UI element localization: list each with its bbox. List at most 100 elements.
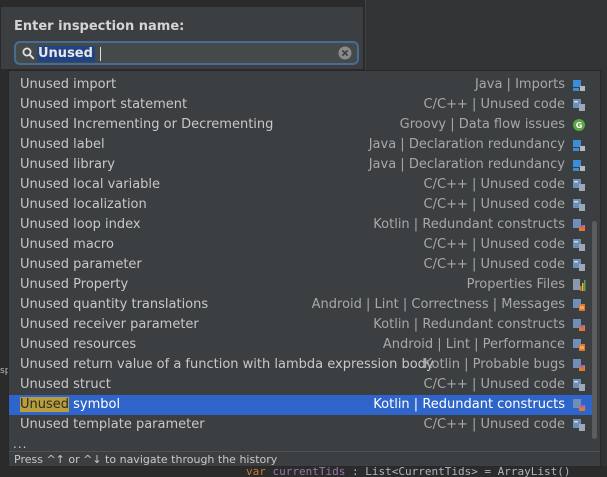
kotlin-icon <box>573 319 585 331</box>
more-results-indicator[interactable]: ... <box>13 437 27 451</box>
item-category: C/C++ | Unused code <box>423 377 565 392</box>
item-name: Unused local variable <box>20 175 160 195</box>
scrollbar-thumb[interactable] <box>592 221 597 439</box>
list-item[interactable]: Unused Property Properties Files <box>9 275 592 295</box>
item-name: Unused struct <box>20 375 111 395</box>
item-name: Unused Property <box>20 275 128 295</box>
svg-text:G: G <box>576 121 583 130</box>
code-token: currentTids <box>272 466 346 477</box>
item-category: Android | Lint | Performance <box>382 337 565 352</box>
inspection-results-popup: Unused import Java | Imports Unused import… <box>8 70 601 467</box>
list-item[interactable]: Unused import statement C/C++ | Unused co… <box>9 95 592 115</box>
item-category: Java | Declaration redundancy <box>368 137 565 152</box>
text-caret <box>100 47 101 61</box>
item-name-rest: Unused localization <box>20 197 147 212</box>
clear-icon[interactable] <box>338 46 352 60</box>
list-item[interactable]: Unused macro C/C++ | Unused code <box>9 235 592 255</box>
item-name: Unused library <box>20 155 115 175</box>
item-name: Unused macro <box>20 235 114 255</box>
item-name-rest: Unused return value of a function with l… <box>20 357 434 372</box>
list-item[interactable]: Unused resources Android | Lint | Perform… <box>9 335 592 355</box>
list-item[interactable]: Unused quantity translations Android | Li… <box>9 295 592 315</box>
navigation-hint-footer: Press ^↑ or ^↓ to navigate through the h… <box>9 451 600 466</box>
item-category: C/C++ | Unused code <box>423 97 565 112</box>
inspection-search-input[interactable]: Unused <box>14 41 359 65</box>
item-name: Unused symbol <box>20 395 120 415</box>
item-name: Unused quantity translations <box>20 295 208 315</box>
item-name-rest: Unused library <box>20 157 115 172</box>
item-name: Unused label <box>20 135 105 155</box>
item-category: Kotlin | Probable bugs <box>423 357 565 372</box>
inspection-results-list: Unused import Java | Imports Unused import… <box>9 75 592 435</box>
item-name: Unused import <box>20 75 116 95</box>
item-name-rest: Unused local variable <box>20 177 161 192</box>
item-name-rest: Unused import statement <box>20 97 188 112</box>
list-item[interactable]: Unused import Java | Imports <box>9 75 592 95</box>
item-name: Unused import statement <box>20 95 187 115</box>
cpp-icon <box>573 239 585 251</box>
list-item[interactable]: Unused struct C/C++ | Unused code <box>9 375 592 395</box>
item-name-match: Unused <box>20 397 70 412</box>
kotlin-icon <box>573 219 585 231</box>
java-icon <box>573 140 585 151</box>
list-item[interactable]: Unused local variable C/C++ | Unused code <box>9 175 592 195</box>
inspection-search-header: Enter inspection name: Unused <box>0 6 364 70</box>
item-category: C/C++ | Unused code <box>423 197 565 212</box>
kotlin-icon <box>573 399 585 411</box>
list-item[interactable]: Unused parameter C/C++ | Unused code <box>9 255 592 275</box>
item-name-rest: Unused parameter <box>20 257 142 272</box>
cpp-icon <box>573 379 585 391</box>
item-name: Unused receiver parameter <box>20 315 199 335</box>
item-name-rest: Unused label <box>20 137 105 152</box>
item-name-rest: Unused quantity translations <box>20 297 209 312</box>
item-name: Unused parameter <box>20 255 142 275</box>
groovy-icon: G <box>573 119 585 131</box>
item-name-rest: Unused loop index <box>20 217 141 232</box>
item-name-rest: Unused receiver parameter <box>20 317 199 332</box>
android-icon <box>573 339 585 351</box>
item-category: Java | Declaration redundancy <box>368 157 565 172</box>
android-icon <box>573 299 585 311</box>
code-token: : List<CurrentTids> = ArrayList() <box>345 466 571 477</box>
item-category: Groovy | Data flow issues <box>399 117 565 132</box>
search-icon <box>22 47 35 60</box>
item-name: Unused template parameter <box>20 415 205 435</box>
item-name: Unused localization <box>20 195 147 215</box>
list-item[interactable]: Unused library Java | Declaration redunda… <box>9 155 592 175</box>
item-category: Properties Files <box>466 277 565 292</box>
item-name-rest: Unused macro <box>20 237 114 252</box>
search-title: Enter inspection name: <box>14 19 185 34</box>
list-item-selected[interactable]: Unused symbol Kotlin | Redundant construc… <box>9 395 592 415</box>
item-category: C/C++ | Unused code <box>423 417 565 432</box>
cpp-icon <box>573 259 585 271</box>
item-name-rest: symbol <box>69 397 121 412</box>
search-value[interactable]: Unused <box>37 46 95 62</box>
properties-icon <box>573 279 586 291</box>
code-token: var <box>246 466 273 477</box>
list-item[interactable]: Unused Incrementing or Decrementing Groov… <box>9 115 592 135</box>
item-category: Java | Imports <box>474 77 565 92</box>
item-name-rest: Unused import <box>20 77 117 92</box>
list-item[interactable]: Unused loop index Kotlin | Redundant cons… <box>9 215 592 235</box>
java-icon <box>573 80 585 91</box>
item-category: C/C++ | Unused code <box>423 237 565 252</box>
list-item[interactable]: Unused template parameter C/C++ | Unused … <box>9 415 592 435</box>
cpp-icon <box>573 179 585 191</box>
item-name-rest: Unused struct <box>20 377 111 392</box>
item-name: Unused loop index <box>20 215 141 235</box>
item-name: Unused Incrementing or Decrementing <box>20 115 273 135</box>
item-name-rest: Unused resources <box>20 337 137 352</box>
list-item[interactable]: Unused localization C/C++ | Unused code <box>9 195 592 215</box>
item-category: C/C++ | Unused code <box>423 177 565 192</box>
item-category: C/C++ | Unused code <box>423 257 565 272</box>
item-category: Android | Lint | Correctness | Messages <box>311 297 565 312</box>
list-item[interactable]: Unused return value of a function with l… <box>9 355 592 375</box>
item-category: Kotlin | Redundant constructs <box>373 397 565 412</box>
list-item[interactable]: Unused label Java | Declaration redundanc… <box>9 135 592 155</box>
background-code-line: var currentTids : List<CurrentTids> = Ar… <box>246 466 571 477</box>
list-item[interactable]: Unused receiver parameter Kotlin | Redund… <box>9 315 592 335</box>
item-name-rest: Unused Property <box>20 277 129 292</box>
item-name-rest: Unused template parameter <box>20 417 205 432</box>
item-name: Unused resources <box>20 335 136 355</box>
cpp-icon <box>573 419 585 431</box>
